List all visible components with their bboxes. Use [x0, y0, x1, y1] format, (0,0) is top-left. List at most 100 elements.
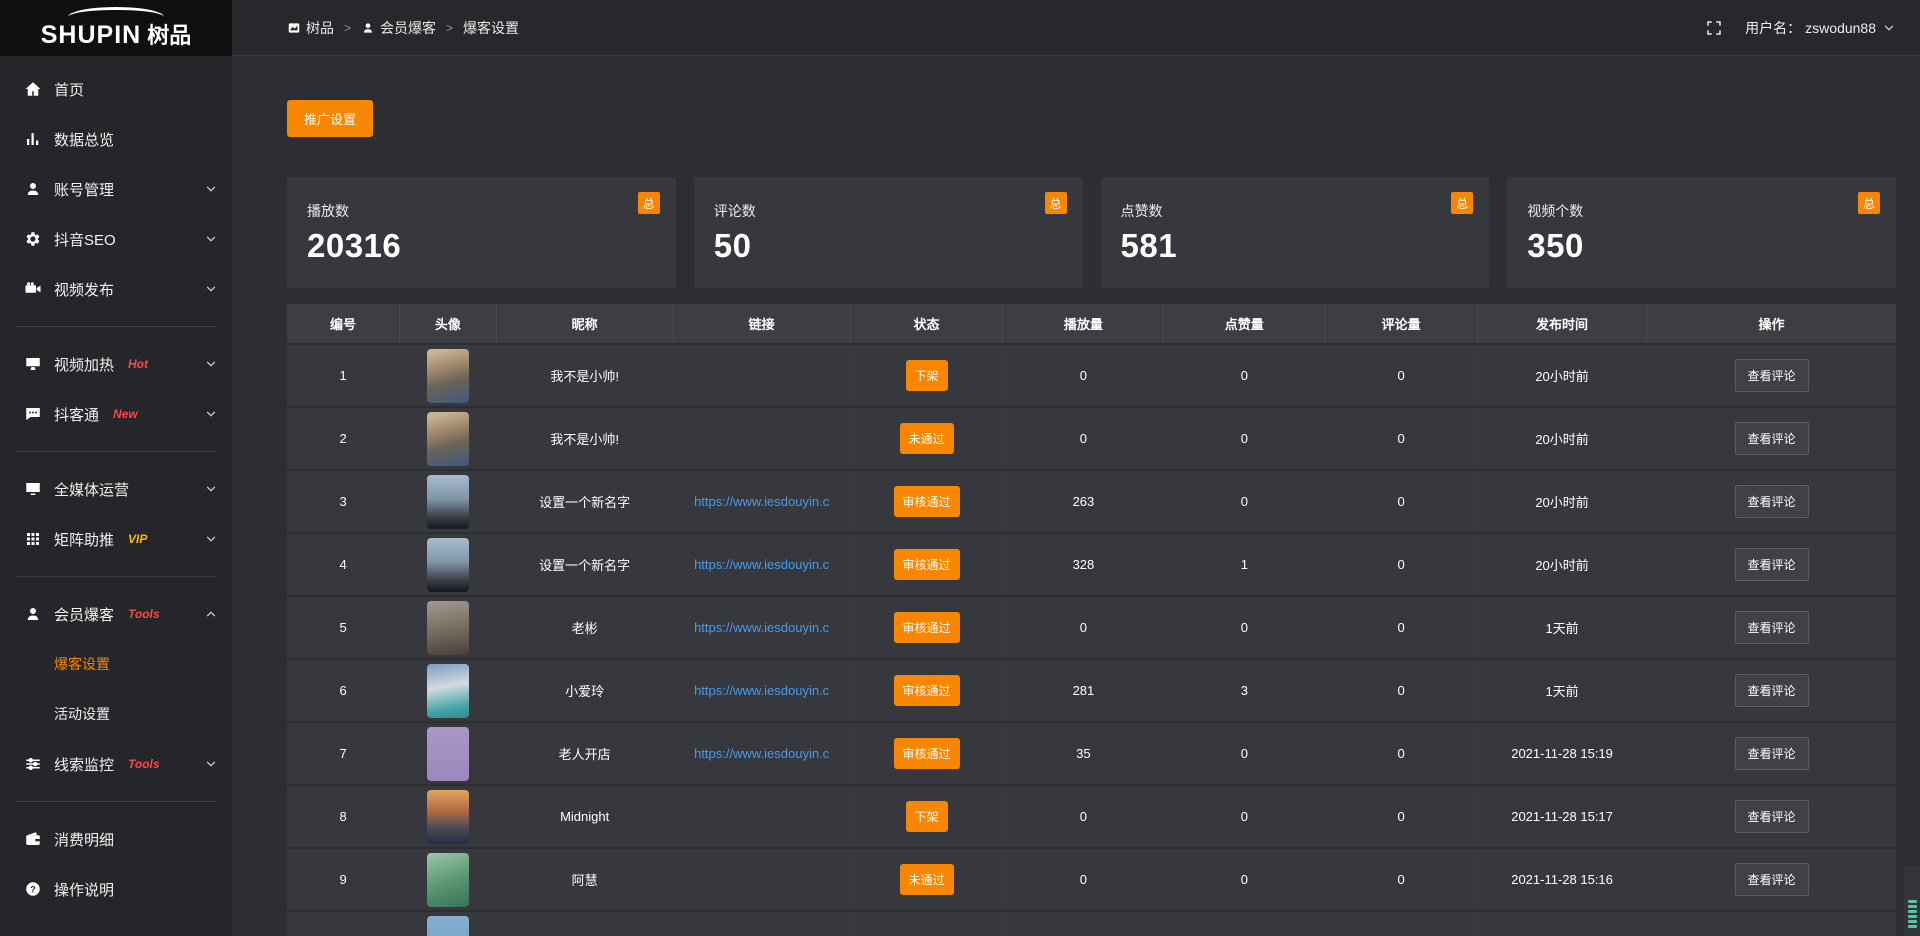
cell-publish-time: 20小时前: [1478, 344, 1647, 407]
dashboard-icon: [287, 21, 301, 35]
breadcrumb-label: 爆客设置: [463, 18, 519, 38]
sidebar-item-数据总览[interactable]: 数据总览: [0, 114, 232, 164]
cell-status: 审核通过: [850, 722, 1003, 785]
cell-nickname: 设置一个新名字: [496, 470, 673, 533]
fullscreen-icon[interactable]: [1705, 19, 1723, 37]
sidebar-item-抖客通[interactable]: 抖客通New: [0, 389, 232, 439]
cell-avatar: [400, 344, 497, 407]
view-comments-button[interactable]: 查看评论: [1735, 674, 1809, 707]
cell-status: 审核通过: [850, 596, 1003, 659]
sidebar-item-label: 抖音SEO: [54, 229, 116, 250]
video-link[interactable]: https://www.iesdouyin.c: [694, 746, 829, 761]
sidebar-item-会员爆客[interactable]: 会员爆客Tools: [0, 589, 232, 639]
view-comments-button[interactable]: 查看评论: [1735, 737, 1809, 770]
sidebar-item-label: 数据总览: [54, 129, 114, 150]
stat-total-badge: 总: [1451, 192, 1473, 214]
cell-likes: [1164, 911, 1325, 936]
cell-publish-time: 2021-11-28 15:17: [1478, 785, 1647, 848]
sidebar-item-视频加热[interactable]: 视频加热Hot: [0, 339, 232, 389]
cell-plays: 0: [1003, 596, 1164, 659]
stat-total-badge: 总: [1045, 192, 1067, 214]
view-comments-button[interactable]: 查看评论: [1735, 800, 1809, 833]
avatar: [427, 475, 469, 529]
cell-avatar: [400, 470, 497, 533]
avatar: [427, 916, 469, 936]
chevron-down-icon: [204, 282, 218, 296]
sidebar-item-label: 全媒体运营: [54, 479, 129, 500]
cell-no: 8: [287, 785, 400, 848]
video-link[interactable]: https://www.iesdouyin.c: [694, 620, 829, 635]
sidebar-item-首页[interactable]: 首页: [0, 64, 232, 114]
sidebar-item-账号管理[interactable]: 账号管理: [0, 164, 232, 214]
table-header-cell: 状态: [850, 304, 1003, 344]
cell-likes: 1: [1164, 533, 1325, 596]
cell-avatar: [400, 407, 497, 470]
cell-link: [673, 848, 850, 911]
view-comments-button[interactable]: 查看评论: [1735, 611, 1809, 644]
cell-action: 查看评论: [1647, 344, 1896, 407]
cell-action: 查看评论: [1647, 596, 1896, 659]
logo-row: SHUPIN 树品: [41, 18, 191, 50]
breadcrumb-separator: >: [344, 21, 351, 35]
cell-avatar: [400, 659, 497, 722]
table-row: 8Midnight下架0002021-11-28 15:17查看评论: [287, 785, 1896, 848]
sidebar-item-矩阵助推[interactable]: 矩阵助推VIP: [0, 514, 232, 564]
cell-nickname: Midnight: [496, 785, 673, 848]
cell-link: [673, 407, 850, 470]
breadcrumb-item[interactable]: 树品: [287, 18, 334, 38]
video-icon: [24, 280, 42, 298]
cell-comments: [1325, 911, 1478, 936]
cell-nickname: 阿慧: [496, 848, 673, 911]
status-button[interactable]: 下架: [906, 801, 948, 832]
view-comments-button[interactable]: 查看评论: [1735, 863, 1809, 896]
video-link[interactable]: https://www.iesdouyin.c: [694, 683, 829, 698]
service-widget[interactable]: [1904, 866, 1920, 936]
cell-comments: 0: [1325, 533, 1478, 596]
sidebar-item-视频发布[interactable]: 视频发布: [0, 264, 232, 314]
stat-total-badge: 总: [1858, 192, 1880, 214]
status-button[interactable]: 审核通过: [894, 549, 960, 580]
status-button[interactable]: 审核通过: [894, 486, 960, 517]
sidebar-item-线索监控[interactable]: 线索监控Tools: [0, 739, 232, 789]
member-icon: [24, 605, 42, 623]
table-row: 9阿慧未通过0002021-11-28 15:16查看评论: [287, 848, 1896, 911]
menu-divider: [16, 326, 216, 327]
status-button[interactable]: 未通过: [900, 864, 954, 895]
cell-publish-time: 2021-11-28 15:16: [1478, 848, 1647, 911]
logo-text-cn: 树品: [147, 18, 191, 50]
user-menu[interactable]: 用户名： zswodun88: [1745, 18, 1896, 38]
cell-status: 下架: [850, 785, 1003, 848]
view-comments-button[interactable]: 查看评论: [1735, 548, 1809, 581]
sidebar-item-抖音SEO[interactable]: 抖音SEO: [0, 214, 232, 264]
breadcrumb-item[interactable]: 爆客设置: [463, 18, 519, 38]
view-comments-button[interactable]: 查看评论: [1735, 422, 1809, 455]
status-button[interactable]: 审核通过: [894, 738, 960, 769]
view-comments-button[interactable]: 查看评论: [1735, 359, 1809, 392]
sidebar-item-消费明细[interactable]: 消费明细: [0, 814, 232, 864]
promo-settings-button[interactable]: 推广设置: [287, 100, 373, 137]
status-button[interactable]: 审核通过: [894, 612, 960, 643]
cell-comments: 0: [1325, 785, 1478, 848]
menu-divider: [16, 801, 216, 802]
stat-card: 评论数50总: [694, 177, 1083, 288]
breadcrumb-label: 会员爆客: [380, 18, 436, 38]
video-link[interactable]: https://www.iesdouyin.c: [694, 494, 829, 509]
cell-plays: 263: [1003, 470, 1164, 533]
table-header-cell: 评论量: [1325, 304, 1478, 344]
sidebar-item-全媒体运营[interactable]: 全媒体运营: [0, 464, 232, 514]
stats-row: 播放数20316总评论数50总点赞数581总视频个数350总: [287, 177, 1896, 288]
sidebar-subitem-爆客设置[interactable]: 爆客设置: [0, 639, 232, 689]
status-button[interactable]: 未通过: [900, 423, 954, 454]
breadcrumb-item[interactable]: 会员爆客: [361, 18, 436, 38]
status-button[interactable]: 审核通过: [894, 675, 960, 706]
status-button[interactable]: 下架: [906, 360, 948, 391]
brand-logo-inner: SHUPIN 树品: [41, 7, 191, 50]
sidebar-item-操作说明[interactable]: ?操作说明: [0, 864, 232, 914]
sidebar-item-label: 消费明细: [54, 829, 114, 850]
sidebar-subitem-活动设置[interactable]: 活动设置: [0, 689, 232, 739]
video-link[interactable]: https://www.iesdouyin.c: [694, 557, 829, 572]
view-comments-button[interactable]: 查看评论: [1735, 485, 1809, 518]
avatar: [427, 853, 469, 907]
avatar: [427, 601, 469, 655]
cell-no: 2: [287, 407, 400, 470]
